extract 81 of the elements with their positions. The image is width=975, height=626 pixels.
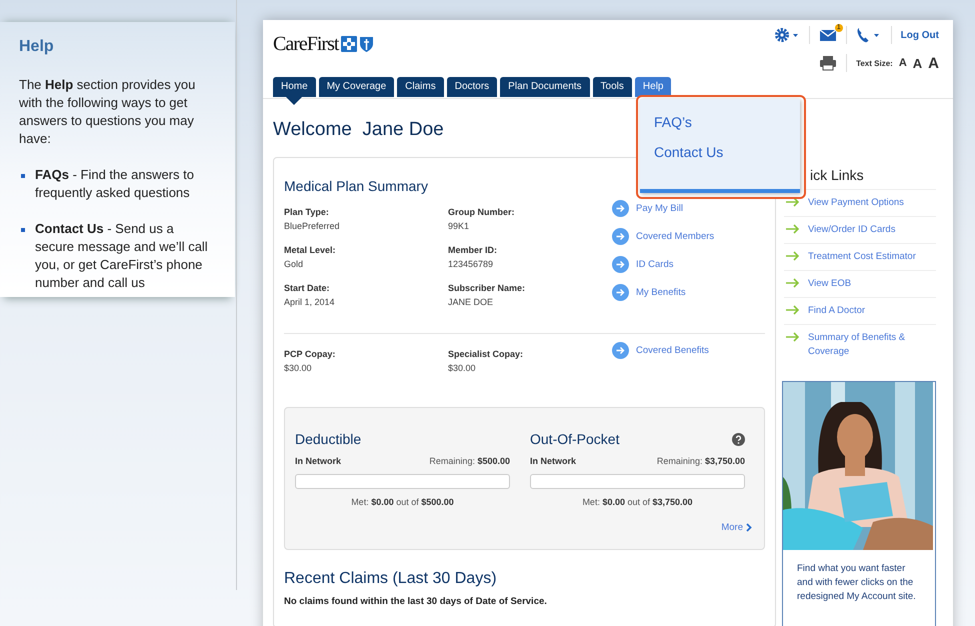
accumulator-title: Deductible bbox=[295, 431, 362, 447]
arrow-circle-icon bbox=[612, 256, 629, 273]
plan-link[interactable]: Covered Benefits bbox=[636, 345, 709, 356]
arrow-icon bbox=[786, 224, 800, 234]
text-size-option[interactable]: A bbox=[912, 56, 922, 70]
printer-icon[interactable] bbox=[819, 55, 838, 71]
quick-link[interactable]: Treatment Cost Estimator bbox=[808, 250, 916, 264]
menu-item[interactable]: Contact Us bbox=[654, 144, 724, 160]
help-intro: The Help section provides you with the following ways to get answers to questions you may have: bbox=[19, 76, 196, 148]
field-value: $30.00 bbox=[448, 362, 477, 375]
cross-shield-logo-icon bbox=[341, 35, 376, 53]
remaining-amount: Remaining: $500.00 bbox=[429, 456, 510, 466]
quick-link[interactable]: View EOB bbox=[808, 277, 852, 291]
field-label: Plan Type: bbox=[284, 206, 330, 219]
text-size-label: Text Size: bbox=[856, 58, 893, 68]
help-item-text: FAQs - Find the answers to frequently asked questions bbox=[35, 166, 195, 202]
field-value: Gold bbox=[284, 258, 304, 271]
arrow-icon bbox=[786, 332, 800, 342]
nav-tab[interactable]: Help bbox=[634, 77, 672, 97]
met-amount: Met: $0.00 out of $3,750.00 bbox=[581, 497, 694, 507]
field-label: Group Number: bbox=[448, 206, 516, 219]
quick-links-title: ick Links bbox=[810, 167, 865, 183]
mail-icon[interactable] bbox=[818, 28, 837, 42]
section-title: Medical Plan Summary bbox=[284, 178, 429, 194]
help-item-text: Contact Us - Send us a secure message and we’ll call you, or get CareFirst’s phone number and call us bbox=[35, 220, 209, 292]
promo-card[interactable]: Find what you want faster and with fewer clicks on the redesigned My Account site. bbox=[782, 381, 936, 626]
met-amount: Met: $0.00 out of $500.00 bbox=[350, 497, 455, 507]
field-value: $30.00 bbox=[284, 362, 313, 375]
nav-tab[interactable]: Plan Documents bbox=[500, 77, 590, 97]
field-value: JANE DOE bbox=[448, 296, 494, 309]
arrow-icon bbox=[786, 278, 800, 288]
nav-tab[interactable]: Doctors bbox=[446, 77, 498, 97]
phone-icon[interactable] bbox=[856, 27, 882, 43]
text-size-option[interactable]: A bbox=[898, 57, 907, 69]
accumulator-title: Out-Of-Pocket bbox=[530, 431, 620, 447]
text-size-option[interactable]: A bbox=[928, 54, 939, 72]
nav-tab[interactable]: Claims bbox=[397, 77, 444, 97]
settings-icon[interactable] bbox=[774, 27, 800, 43]
quick-link[interactable]: View/Order ID Cards bbox=[808, 223, 896, 237]
plan-link[interactable]: Covered Members bbox=[636, 231, 714, 242]
field-value: BluePreferred bbox=[284, 220, 341, 233]
logo-wordmark[interactable]: CareFirst bbox=[273, 32, 338, 56]
quick-link[interactable]: Find A Doctor bbox=[808, 304, 866, 318]
bullet-icon bbox=[21, 228, 25, 232]
field-label: Member ID: bbox=[448, 244, 498, 257]
arrow-icon bbox=[786, 305, 800, 315]
menu-item[interactable]: FAQ’s bbox=[654, 114, 692, 130]
nav-tab[interactable]: My Coverage bbox=[318, 77, 394, 97]
field-value: 99K1 bbox=[448, 220, 470, 233]
field-label: Specialist Copay: bbox=[448, 348, 524, 361]
promo-text: Find what you want faster and with fewer clicks on the redesigned My Account site. bbox=[797, 562, 917, 604]
quick-link[interactable]: View Payment Options bbox=[808, 196, 904, 210]
arrow-circle-icon bbox=[612, 342, 629, 359]
plan-link[interactable]: My Benefits bbox=[636, 287, 686, 298]
bullet-icon bbox=[21, 174, 25, 178]
field-label: Start Date: bbox=[284, 282, 331, 295]
network-label: In Network bbox=[295, 456, 342, 466]
more-link[interactable]: More bbox=[721, 522, 752, 533]
section-title: Recent Claims (Last 30 Days) bbox=[284, 570, 498, 588]
field-value: 123456789 bbox=[448, 258, 494, 271]
arrow-circle-icon bbox=[612, 228, 629, 245]
plan-link[interactable]: ID Cards bbox=[636, 259, 674, 270]
field-value: April 1, 2014 bbox=[284, 296, 336, 309]
network-label: In Network bbox=[530, 456, 576, 466]
arrow-icon bbox=[786, 251, 800, 261]
remaining-amount: Remaining: $3,750.00 bbox=[656, 456, 745, 466]
arrow-circle-icon bbox=[612, 200, 629, 217]
welcome-heading: Welcome Jane Doe bbox=[273, 119, 444, 141]
field-label: PCP Copay: bbox=[284, 348, 336, 361]
field-label: Metal Level: bbox=[284, 244, 337, 257]
quick-link[interactable]: Summary of Benefits & Coverage bbox=[808, 331, 936, 359]
nav-tab[interactable]: Tools bbox=[592, 77, 632, 97]
help-icon[interactable] bbox=[732, 432, 745, 446]
field-label: Subscriber Name: bbox=[448, 282, 526, 295]
help-title: Help bbox=[19, 38, 55, 56]
claims-message: No claims found within the last 30 days of Date of Service. bbox=[284, 596, 548, 607]
arrow-circle-icon bbox=[612, 284, 629, 301]
chevron-right-icon bbox=[746, 523, 752, 532]
logout-link[interactable]: Log Out bbox=[900, 30, 939, 40]
plan-link[interactable]: Pay My Bill bbox=[636, 203, 683, 214]
arrow-icon bbox=[786, 197, 800, 207]
